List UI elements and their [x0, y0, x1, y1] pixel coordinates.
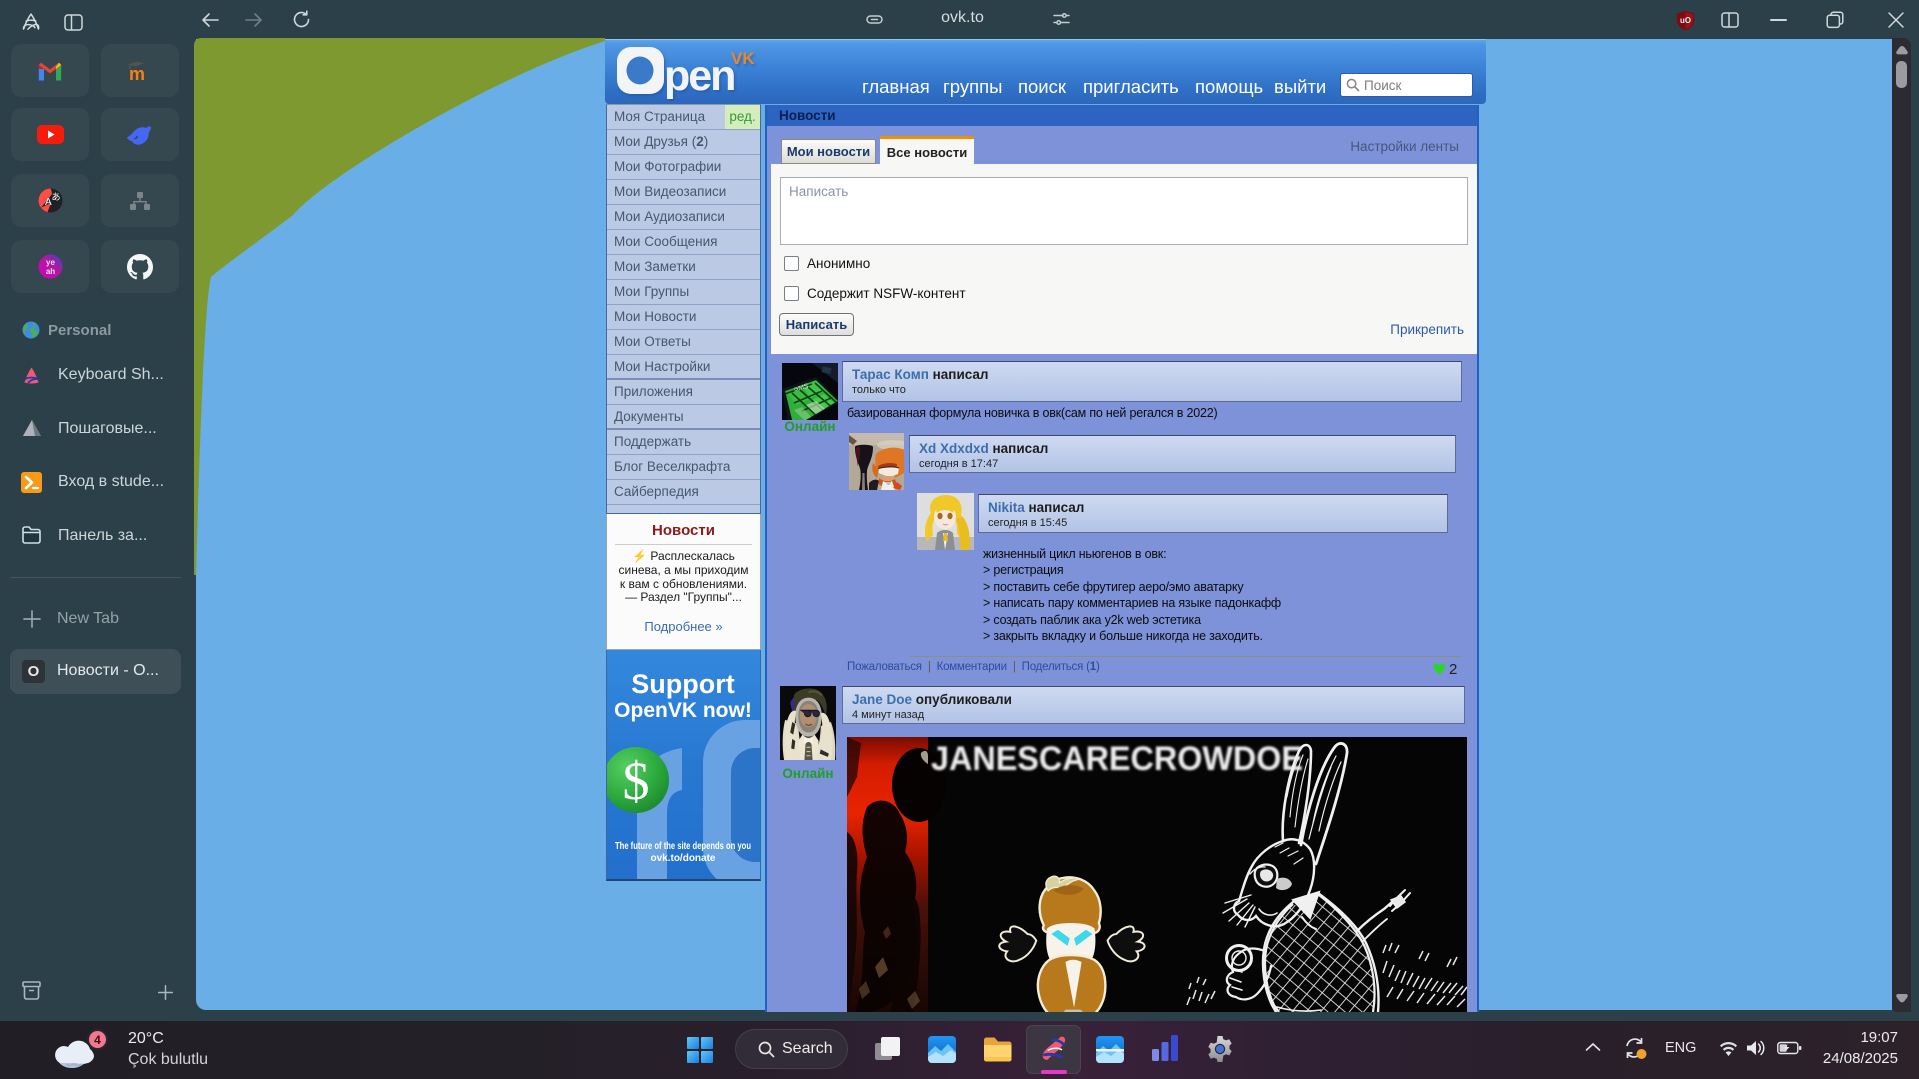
svg-text:m: m: [129, 64, 145, 82]
svg-text:ovk.to/donate: ovk.to/donate: [650, 853, 715, 864]
svg-text:JANESCARECROWDOE: JANESCARECROWDOE: [931, 740, 1303, 778]
svg-text:uO: uO: [1680, 16, 1691, 25]
svg-text:OpenVK now!: OpenVK now!: [614, 699, 752, 722]
svg-text:あ: あ: [51, 192, 60, 202]
svg-text:The future of the site depends: The future of the site depends on you: [615, 841, 751, 852]
svg-text:ye: ye: [46, 258, 55, 267]
svg-text:ah: ah: [45, 267, 54, 276]
svg-text:VK: VK: [731, 49, 755, 68]
svg-text:$: $: [623, 751, 650, 811]
svg-text:Support: Support: [631, 669, 734, 699]
svg-text:pen: pen: [664, 52, 734, 100]
